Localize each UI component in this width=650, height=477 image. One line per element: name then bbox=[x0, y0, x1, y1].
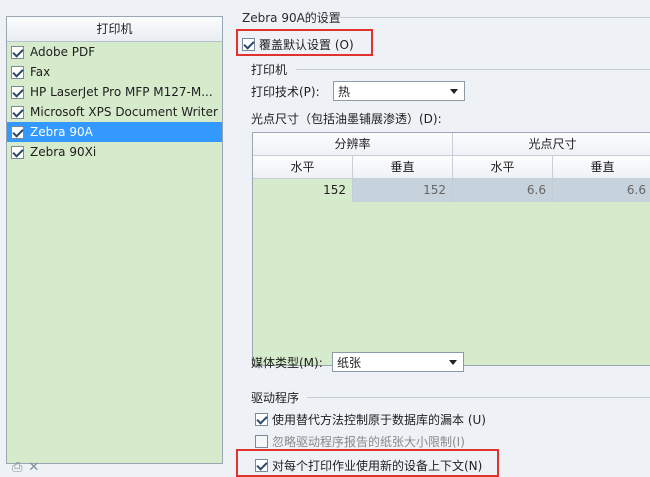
context-option-highlight-box bbox=[236, 449, 499, 477]
print-tech-value: 热 bbox=[338, 84, 351, 99]
dot-vertical-cell[interactable]: 6.6 bbox=[553, 179, 650, 202]
printer-item[interactable]: Zebra 90A bbox=[7, 122, 222, 142]
settings-title: Zebra 90A的设置 bbox=[242, 11, 341, 25]
override-highlight-box bbox=[236, 29, 373, 56]
dot-size-header: 光点尺寸 bbox=[453, 133, 650, 156]
chevron-down-icon[interactable] bbox=[449, 360, 457, 365]
printer-list-header: 打印机 bbox=[7, 17, 222, 42]
printer-group-divider bbox=[296, 69, 650, 70]
chevron-down-icon[interactable] bbox=[450, 89, 458, 94]
printer-item-check-icon[interactable] bbox=[11, 145, 24, 159]
printer-item-label: Zebra 90A bbox=[30, 125, 93, 139]
printer-item-label: Zebra 90Xi bbox=[30, 145, 97, 159]
remove-icon[interactable]: ✕ bbox=[28, 460, 39, 475]
dpi-label: 光点尺寸（包括油墨铺展渗透）(D): bbox=[251, 112, 442, 126]
res-horizontal-header: 水平 bbox=[253, 156, 353, 179]
res-vertical-header: 垂直 bbox=[353, 156, 453, 179]
printer-item[interactable]: Adobe PDF bbox=[7, 42, 222, 62]
res-vertical-cell[interactable]: 152 bbox=[353, 179, 453, 202]
printer-list: 打印机 Adobe PDF Fax HP LaserJet Pro MFP M127… bbox=[6, 16, 223, 464]
printer-list-toolbar: ⎙ ✕ bbox=[6, 458, 223, 477]
media-type-label: 媒体类型(M): bbox=[251, 356, 323, 370]
driver-option-1[interactable]: 使用替代方法控制原于数据库的漏本 (U) bbox=[255, 411, 486, 428]
printer-item-label: Adobe PDF bbox=[30, 45, 96, 59]
media-type-value: 纸张 bbox=[337, 355, 362, 370]
printer-item-label: Microsoft XPS Document Writer bbox=[30, 105, 218, 119]
print-tech-select[interactable]: 热 bbox=[333, 81, 465, 101]
printer-item[interactable]: HP LaserJet Pro MFP M127-M... bbox=[7, 82, 222, 102]
printer-item-check-icon[interactable] bbox=[11, 125, 24, 139]
dpi-sub-header-row: 水平 垂直 水平 垂直 bbox=[253, 156, 650, 179]
dot-vertical-header: 垂直 bbox=[553, 156, 650, 179]
printer-item-label: Fax bbox=[30, 65, 51, 79]
printer-item-check-icon[interactable] bbox=[11, 105, 24, 119]
printer-item-check-icon[interactable] bbox=[11, 45, 24, 59]
driver-option-2-check-icon[interactable] bbox=[255, 435, 268, 448]
printer-item[interactable]: Zebra 90Xi bbox=[7, 142, 222, 162]
dot-horizontal-header: 水平 bbox=[453, 156, 553, 179]
driver-group-label: 驱动程序 bbox=[251, 391, 300, 405]
printer-item-check-icon[interactable] bbox=[11, 65, 24, 79]
printer-item-label: HP LaserJet Pro MFP M127-M... bbox=[30, 85, 213, 99]
driver-option-1-label: 使用替代方法控制原于数据库的漏本 (U) bbox=[272, 413, 486, 427]
table-row[interactable]: 152 152 6.6 6.6 bbox=[253, 179, 650, 202]
driver-option-2[interactable]: 忽略驱动程序报告的纸张大小限制(I) bbox=[255, 433, 465, 450]
printer-item[interactable]: Microsoft XPS Document Writer bbox=[7, 102, 222, 122]
print-tech-label: 打印技术(P): bbox=[251, 85, 320, 99]
dpi-table: 分辨率 光点尺寸 水平 垂直 水平 垂直 152 152 6.6 6.6 bbox=[252, 132, 650, 366]
printer-group-label: 打印机 bbox=[251, 63, 288, 77]
dot-horizontal-cell[interactable]: 6.6 bbox=[453, 179, 553, 202]
printer-item-check-icon[interactable] bbox=[11, 85, 24, 99]
driver-group-divider bbox=[307, 397, 650, 398]
driver-option-1-check-icon[interactable] bbox=[255, 413, 268, 426]
printer-rows: Adobe PDF Fax HP LaserJet Pro MFP M127-M..… bbox=[7, 42, 222, 162]
printer-icon[interactable]: ⎙ bbox=[12, 460, 22, 475]
media-type-select[interactable]: 纸张 bbox=[332, 352, 464, 372]
dpi-group-header-row: 分辨率 光点尺寸 bbox=[253, 133, 650, 156]
printer-item[interactable]: Fax bbox=[7, 62, 222, 82]
res-horizontal-cell[interactable]: 152 bbox=[253, 179, 353, 202]
settings-divider bbox=[340, 17, 650, 18]
resolution-header: 分辨率 bbox=[253, 133, 453, 156]
driver-option-2-label: 忽略驱动程序报告的纸张大小限制(I) bbox=[272, 435, 465, 449]
